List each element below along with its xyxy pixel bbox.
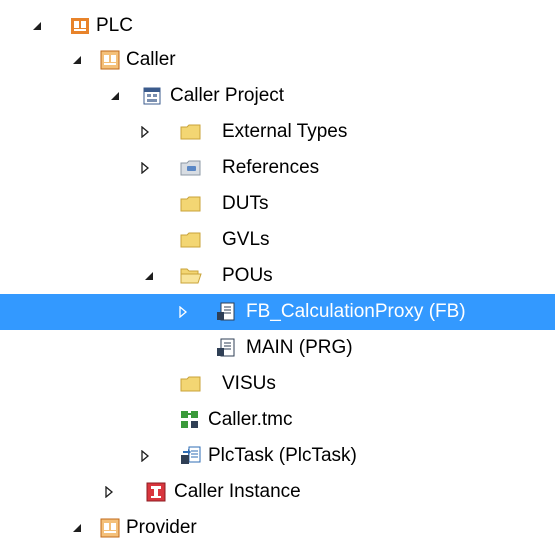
tree-node-label: External Types <box>222 121 348 142</box>
tree-node-caller-project[interactable]: Caller Project <box>0 78 555 114</box>
collapsed-arrow-icon[interactable] <box>136 150 154 186</box>
tree-node-duts[interactable]: DUTs <box>0 186 555 222</box>
tree-node-external-types[interactable]: External Types <box>0 114 555 150</box>
tree-node-gvls[interactable]: GVLs <box>0 222 555 258</box>
solution-tree: PLC Caller Caller Project External Types <box>0 0 555 543</box>
tree-node-label: Provider <box>126 517 197 538</box>
tree-node-label: Caller.tmc <box>208 409 293 430</box>
tree-node-provider[interactable]: Provider <box>0 510 555 546</box>
task-icon <box>180 446 201 466</box>
tree-node-label: PlcTask (PlcTask) <box>208 445 357 466</box>
folder-icon <box>180 194 201 214</box>
folder-icon <box>180 122 201 142</box>
tree-node-label: MAIN (PRG) <box>246 337 353 358</box>
tree-node-label: PLC <box>96 15 133 36</box>
expanded-arrow-icon[interactable] <box>106 78 124 114</box>
plc-icon <box>70 16 90 36</box>
tree-node-main[interactable]: MAIN (PRG) <box>0 330 555 366</box>
plc-project-icon <box>100 50 120 70</box>
tree-node-plc[interactable]: PLC <box>0 8 555 44</box>
collapsed-arrow-icon[interactable] <box>136 114 154 150</box>
tree-node-references[interactable]: References <box>0 150 555 186</box>
tree-node-caller-instance[interactable]: Caller Instance <box>0 474 555 510</box>
pou-icon <box>216 302 236 322</box>
collapsed-arrow-icon[interactable] <box>100 474 118 510</box>
tree-node-label: Caller <box>126 49 176 70</box>
tree-node-label: Caller Instance <box>174 481 301 502</box>
tmc-icon <box>180 410 200 430</box>
expanded-arrow-icon[interactable] <box>68 42 86 78</box>
plc-project-icon <box>100 518 120 538</box>
instance-icon <box>146 482 166 502</box>
collapsed-arrow-icon[interactable] <box>136 438 154 474</box>
project-icon <box>142 86 162 106</box>
expanded-arrow-icon[interactable] <box>68 510 86 546</box>
expanded-arrow-icon[interactable] <box>28 8 46 44</box>
tree-node-caller-tmc[interactable]: Caller.tmc <box>0 402 555 438</box>
pou-icon <box>216 338 236 358</box>
collapsed-arrow-icon[interactable] <box>174 294 192 330</box>
tree-node-label: FB_CalculationProxy (FB) <box>246 301 466 322</box>
tree-node-label: GVLs <box>222 229 270 250</box>
expanded-arrow-icon[interactable] <box>140 258 158 294</box>
tree-node-caller[interactable]: Caller <box>0 42 555 78</box>
tree-node-label: VISUs <box>222 373 276 394</box>
references-icon <box>180 158 201 178</box>
tree-node-plctask[interactable]: PlcTask (PlcTask) <box>0 438 555 474</box>
tree-node-pous[interactable]: POUs <box>0 258 555 294</box>
tree-node-label: Caller Project <box>170 85 285 106</box>
tree-node-fb-calculationproxy[interactable]: FB_CalculationProxy (FB) <box>0 294 555 330</box>
folder-icon <box>180 230 201 250</box>
folder-open-icon <box>180 266 202 286</box>
tree-node-visus[interactable]: VISUs <box>0 366 555 402</box>
folder-icon <box>180 374 201 394</box>
tree-node-label: POUs <box>222 265 273 286</box>
tree-node-label: DUTs <box>222 193 269 214</box>
tree-node-label: References <box>222 157 320 178</box>
